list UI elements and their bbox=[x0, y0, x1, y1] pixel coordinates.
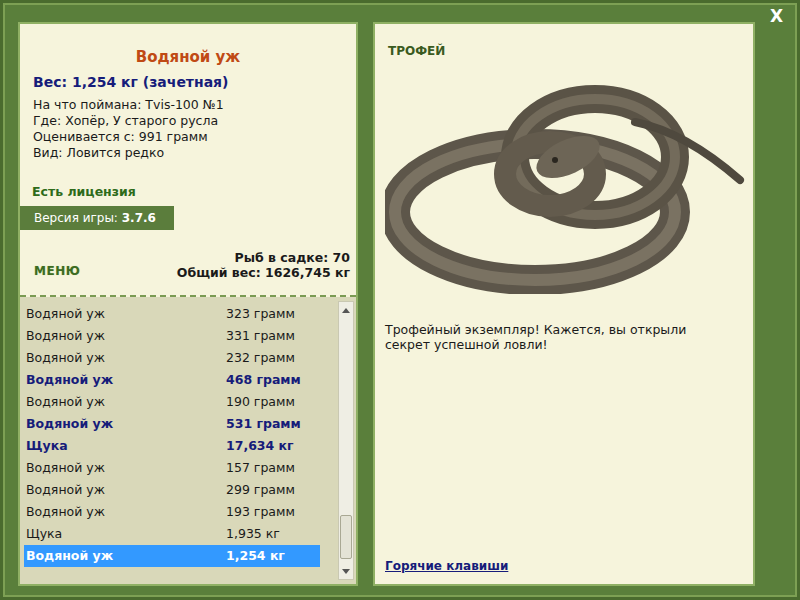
catch-name: Водяной уж bbox=[26, 393, 226, 412]
catch-weight: 193 грамм bbox=[226, 503, 295, 522]
catch-name: Водяной уж bbox=[26, 547, 226, 566]
catch-name: Водяной уж bbox=[26, 503, 226, 522]
catch-row-content: Водяной уж190 грамм bbox=[26, 393, 320, 412]
version-value: 3.7.6 bbox=[122, 211, 156, 225]
keepnet-total: Общий вес: 1626,745 кг bbox=[177, 265, 350, 280]
menu-row: МЕНЮ Рыб в садке: 70Общий вес: 1626,745 к… bbox=[20, 250, 356, 280]
catch-weight: 190 грамм bbox=[226, 393, 295, 412]
catch-name: Водяной уж bbox=[26, 327, 226, 346]
catch-row[interactable]: Водяной уж299 грамм bbox=[24, 479, 320, 501]
catch-row-content: Водяной уж232 грамм bbox=[26, 349, 320, 368]
catch-name: Водяной уж bbox=[26, 349, 226, 368]
catch-row-content: Водяной уж531 грамм bbox=[26, 415, 320, 434]
catch-name: Щука bbox=[26, 437, 226, 456]
catch-row[interactable]: Водяной уж193 грамм bbox=[24, 501, 320, 523]
game-version: Версия игры: 3.7.6 bbox=[20, 206, 174, 230]
scroll-track bbox=[339, 318, 353, 563]
catch-name: Водяной уж bbox=[26, 305, 226, 324]
catch-row-content: Водяной уж1,254 кг bbox=[26, 547, 320, 566]
catch-weight: 1,254 кг bbox=[226, 547, 285, 566]
catch-row[interactable]: Водяной уж157 грамм bbox=[24, 457, 320, 479]
catch-weight: 331 грамм bbox=[226, 327, 295, 346]
fish-info: Водяной уж Вес: 1,254 кг (зачетная) На что… bbox=[20, 24, 356, 295]
fish-title: Водяной уж bbox=[20, 46, 356, 69]
fish-detail: Оценивается с: 991 грамм bbox=[20, 129, 356, 145]
fish-detail: На что поймана: Tvis-100 №1 bbox=[20, 97, 356, 113]
catch-name: Щука bbox=[26, 525, 226, 544]
hotkeys-row: Горячие клавиши bbox=[385, 557, 743, 576]
scroll-up-icon[interactable] bbox=[339, 302, 353, 318]
catch-weight: 157 грамм bbox=[226, 459, 295, 478]
keepnet-count: Рыб в садке: 70 bbox=[177, 250, 350, 265]
catch-weight: 531 грамм bbox=[226, 415, 301, 434]
version-label: Версия игры: bbox=[34, 211, 118, 225]
catch-row-content: Водяной уж157 грамм bbox=[26, 459, 320, 478]
catch-row-content: Щука17,634 кг bbox=[26, 437, 320, 456]
catch-row[interactable]: Водяной уж232 грамм bbox=[24, 347, 320, 369]
catch-row-content: Водяной уж331 грамм bbox=[26, 327, 320, 346]
catch-name: Водяной уж bbox=[26, 415, 226, 434]
fish-detail: Вид: Ловится редко bbox=[20, 145, 356, 161]
catch-rows: Водяной уж323 граммВодяной уж331 граммВо… bbox=[24, 301, 320, 580]
catch-weight: 17,634 кг bbox=[226, 437, 294, 456]
catch-row[interactable]: Водяной уж531 грамм bbox=[24, 413, 320, 435]
catch-row[interactable]: Щука1,935 кг bbox=[24, 523, 320, 545]
fish-detail: Где: Хопёр, У старого русла bbox=[20, 113, 356, 129]
trophy-panel: ТРОФЕЙ Трофейный экземпляр! Кажется, вы о… bbox=[373, 22, 755, 586]
game-window: Водяной уж Вес: 1,254 кг (зачетная) На что… bbox=[0, 0, 800, 600]
catch-row[interactable]: Водяной уж331 грамм bbox=[24, 325, 320, 347]
catch-row[interactable]: Щука17,634 кг bbox=[24, 435, 320, 457]
close-button[interactable]: X bbox=[755, 8, 798, 25]
scrollbar[interactable] bbox=[338, 301, 354, 580]
catch-panel: Водяной уж Вес: 1,254 кг (зачетная) На что… bbox=[18, 22, 358, 586]
catch-row-content: Водяной уж468 грамм bbox=[26, 371, 320, 390]
catch-name: Водяной уж bbox=[26, 371, 226, 390]
catch-row-content: Водяной уж323 грамм bbox=[26, 305, 320, 324]
catch-row[interactable]: Водяной уж468 грамм bbox=[24, 369, 320, 391]
license-status: Есть лицензия bbox=[20, 183, 356, 202]
snake-picture bbox=[385, 62, 743, 294]
keepnet-summary: Рыб в садке: 70Общий вес: 1626,745 кг bbox=[177, 250, 350, 280]
catch-weight: 232 грамм bbox=[226, 349, 295, 368]
catch-weight: 1,935 кг bbox=[226, 525, 280, 544]
catch-weight: 299 грамм bbox=[226, 481, 295, 500]
scroll-down-icon[interactable] bbox=[339, 563, 353, 579]
catch-row-content: Водяной уж193 грамм bbox=[26, 503, 320, 522]
trophy-message: Трофейный экземпляр! Кажется, вы открыли… bbox=[385, 322, 743, 352]
catch-name: Водяной уж bbox=[26, 481, 226, 500]
hotkeys-link[interactable]: Горячие клавиши bbox=[385, 559, 508, 573]
spacer bbox=[385, 352, 743, 557]
catch-row-content: Водяной уж299 грамм bbox=[26, 481, 320, 500]
catch-row[interactable]: Водяной уж190 грамм bbox=[24, 391, 320, 413]
catch-weight: 323 грамм bbox=[226, 305, 295, 324]
catch-name: Водяной уж bbox=[26, 459, 226, 478]
catch-row[interactable]: Водяной уж1,254 кг bbox=[24, 545, 320, 567]
scroll-thumb[interactable] bbox=[340, 515, 352, 559]
catch-row-content: Щука1,935 кг bbox=[26, 525, 320, 544]
close-column: X bbox=[755, 22, 798, 586]
catch-row[interactable]: Водяной уж323 грамм bbox=[24, 303, 320, 325]
trophy-label: ТРОФЕЙ bbox=[385, 42, 743, 60]
fish-weight: Вес: 1,254 кг (зачетная) bbox=[20, 72, 356, 93]
menu-button[interactable]: МЕНЮ bbox=[34, 262, 80, 280]
catch-weight: 468 грамм bbox=[226, 371, 301, 390]
catch-list: Водяной уж323 граммВодяной уж331 граммВо… bbox=[20, 297, 356, 584]
